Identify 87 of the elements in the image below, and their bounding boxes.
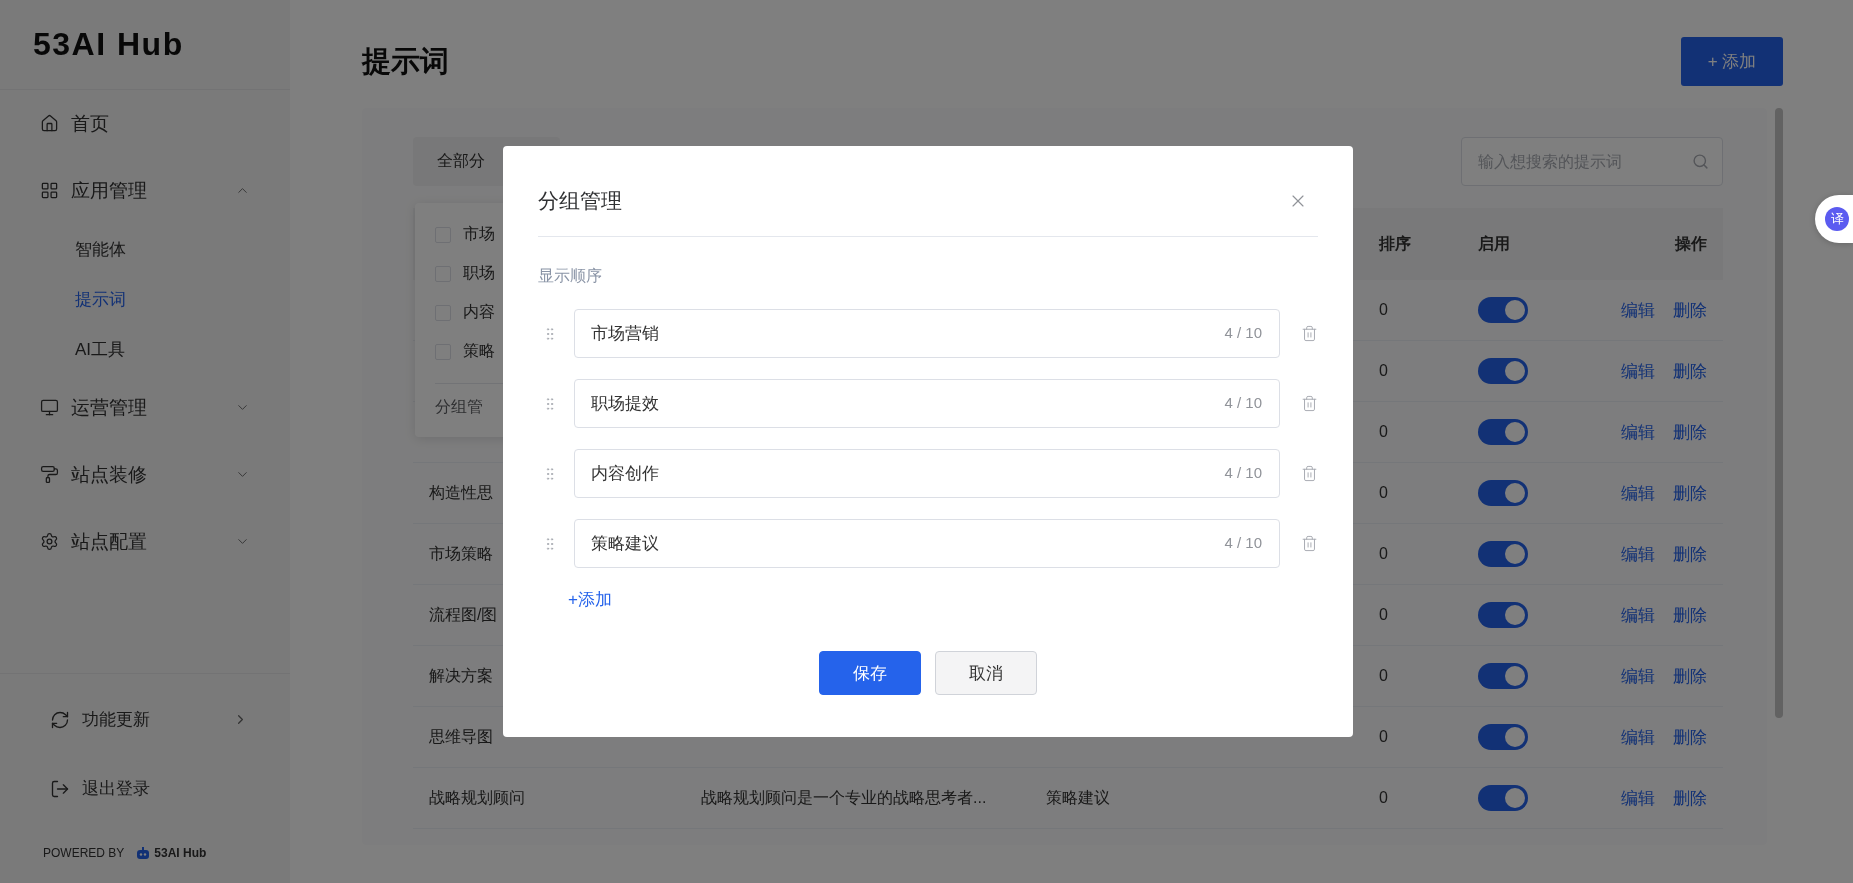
scrollbar[interactable]	[1775, 108, 1783, 718]
table-cell: 0	[1379, 667, 1388, 685]
table-cell-text: 策略建议	[1046, 787, 1110, 808]
action-link[interactable]: 编辑	[1621, 481, 1655, 505]
toggle-switch[interactable]	[1478, 724, 1528, 750]
delete-button[interactable]	[1301, 395, 1318, 412]
logo: 53AI Hub	[33, 26, 184, 63]
toggle-switch[interactable]	[1478, 663, 1528, 689]
character-count: 4 / 10	[1224, 324, 1262, 341]
table-cell: 0	[1379, 789, 1388, 807]
section-label: 显示顺序	[538, 266, 603, 286]
grid-icon	[40, 181, 59, 200]
house-icon	[40, 114, 59, 133]
nav-item[interactable]: 运营管理	[0, 374, 290, 441]
toggle-switch[interactable]	[1478, 602, 1528, 628]
action-link[interactable]: 删除	[1673, 298, 1707, 322]
table-cell: 0	[1379, 484, 1388, 502]
save-button[interactable]: 保存	[819, 651, 921, 695]
column-header: 排序	[1377, 233, 1412, 254]
action-link[interactable]: 删除	[1673, 725, 1707, 749]
nav-item[interactable]: 站点配置	[0, 508, 290, 575]
toggle-switch[interactable]	[1478, 419, 1528, 445]
nav-item[interactable]: 站点装修	[0, 441, 290, 508]
search-icon	[1692, 153, 1709, 170]
nav-item[interactable]: 应用管理	[0, 157, 290, 224]
table-cell: 0	[1379, 362, 1388, 380]
character-count: 4 / 10	[1224, 534, 1262, 551]
powered-logo: 53AI Hub	[154, 846, 207, 860]
action-link[interactable]: 删除	[1673, 481, 1707, 505]
action-link[interactable]: 编辑	[1621, 298, 1655, 322]
toggle-switch[interactable]	[1478, 541, 1528, 567]
character-count: 4 / 10	[1224, 394, 1262, 411]
add-group-link[interactable]: +添加	[568, 588, 612, 611]
translate-button[interactable]: 译	[1815, 195, 1853, 243]
table-cell-text: 构造性思	[429, 482, 493, 503]
toggle-switch[interactable]	[1478, 480, 1528, 506]
settings-icon	[40, 532, 59, 551]
toggle-switch[interactable]	[1478, 785, 1528, 811]
action-link[interactable]: 删除	[1673, 786, 1707, 810]
action-link[interactable]: 删除	[1673, 603, 1707, 627]
column-header: 启用	[1477, 233, 1511, 254]
footer-item[interactable]: 功能更新	[0, 685, 290, 754]
delete-button[interactable]	[1301, 535, 1318, 552]
table-cell-text: 战略规划顾问是一个专业的战略思考者...	[701, 787, 987, 808]
table-cell-text: 市场策略	[429, 543, 493, 564]
action-link[interactable]: 编辑	[1621, 786, 1655, 810]
footer-item[interactable]: 退出登录	[0, 754, 290, 823]
monitor-icon	[40, 398, 59, 417]
action-link[interactable]: 删除	[1673, 542, 1707, 566]
toggle-switch[interactable]	[1478, 358, 1528, 384]
delete-button[interactable]	[1301, 325, 1318, 342]
table-cell-text: 思维导图	[429, 726, 493, 747]
dialog-title: 分组管理	[538, 188, 622, 214]
character-count: 4 / 10	[1224, 464, 1262, 481]
table-cell-text: 解决方案	[429, 665, 493, 686]
delete-button[interactable]	[1301, 465, 1318, 482]
table-cell: 0	[1379, 545, 1388, 563]
manage-groups-link[interactable]: 分组管	[435, 396, 483, 418]
nav-subitem[interactable]: 提示词	[0, 274, 290, 324]
action-link[interactable]: 编辑	[1621, 725, 1655, 749]
column-header: 操作	[1673, 233, 1708, 254]
table-cell: 0	[1379, 728, 1388, 746]
cancel-button[interactable]: 取消	[935, 651, 1037, 695]
page-title: 提示词	[362, 43, 449, 79]
nav-item[interactable]: 首页	[0, 90, 290, 157]
table-cell-text: 流程图/图	[429, 604, 498, 625]
powered-by-text: POWERED BY	[43, 846, 125, 860]
table-cell: 0	[1379, 301, 1388, 319]
toggle-switch[interactable]	[1478, 297, 1528, 323]
action-link[interactable]: 编辑	[1621, 664, 1655, 688]
nav-subitem[interactable]: AI工具	[0, 324, 290, 374]
action-link[interactable]: 编辑	[1621, 542, 1655, 566]
paint-roller-icon	[40, 465, 59, 484]
nav-subitem[interactable]: 智能体	[0, 224, 290, 274]
table-cell-text: 战略规划顾问	[429, 787, 525, 808]
action-link[interactable]: 删除	[1673, 420, 1707, 444]
robot-icon	[136, 846, 151, 860]
table-cell: 0	[1379, 423, 1388, 441]
action-link[interactable]: 编辑	[1621, 359, 1655, 383]
table-cell: 0	[1379, 606, 1388, 624]
add-button[interactable]: + 添加	[1681, 37, 1783, 86]
action-link[interactable]: 编辑	[1621, 603, 1655, 627]
logout-icon	[50, 778, 70, 799]
action-link[interactable]: 删除	[1673, 664, 1707, 688]
action-link[interactable]: 删除	[1673, 359, 1707, 383]
refresh-icon	[50, 709, 70, 730]
action-link[interactable]: 编辑	[1621, 420, 1655, 444]
